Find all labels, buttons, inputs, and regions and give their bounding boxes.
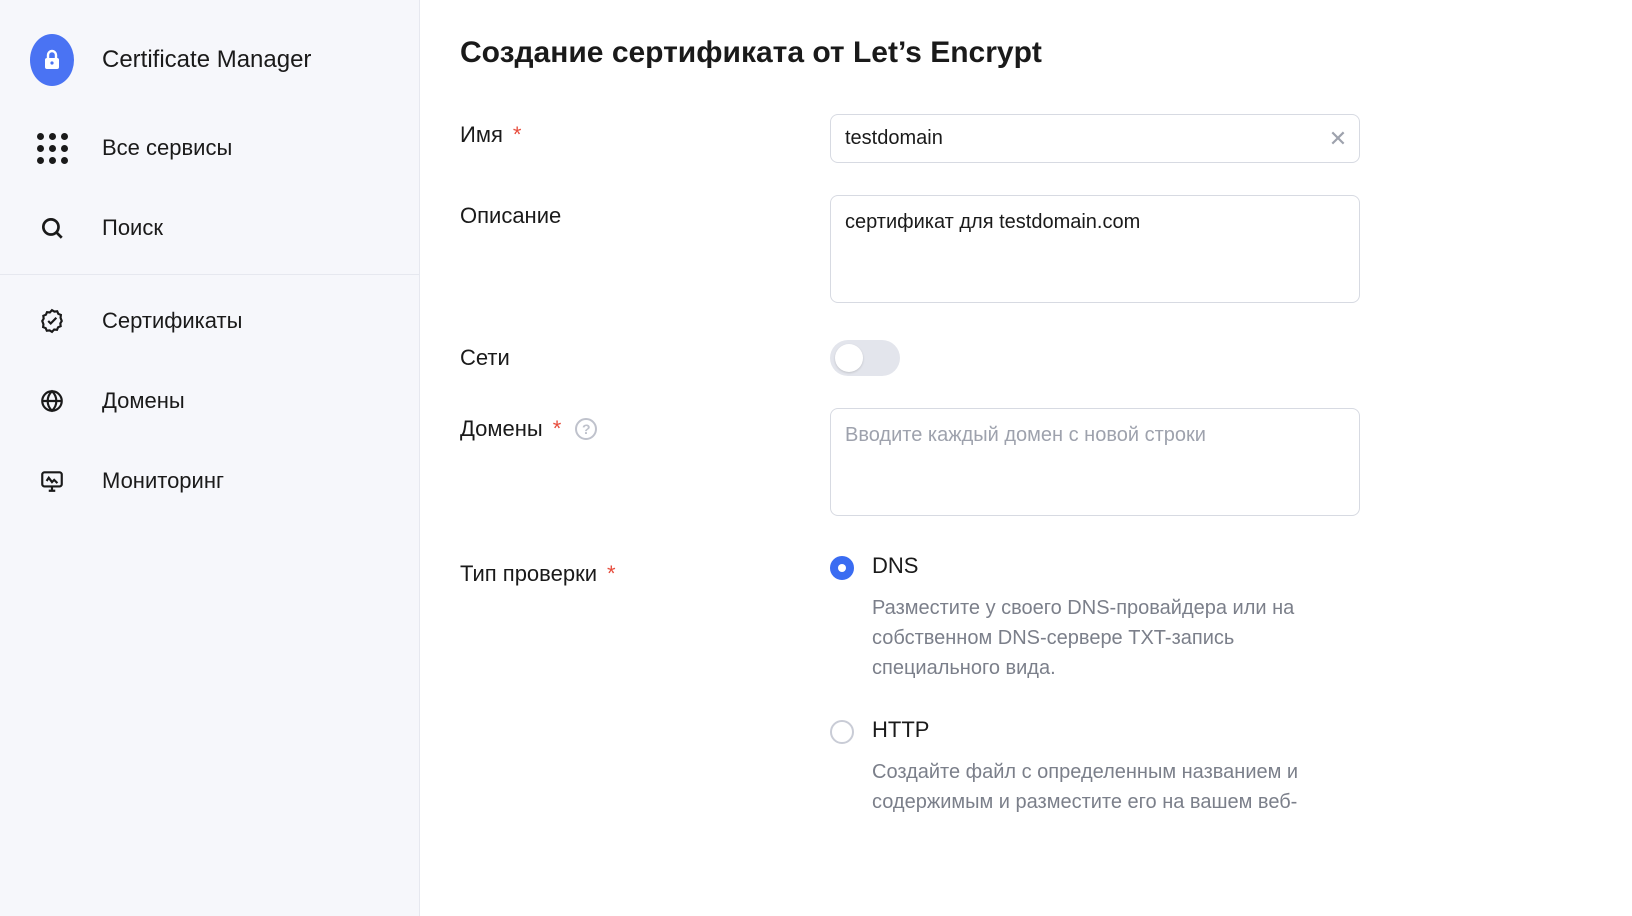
monitoring-icon	[30, 459, 74, 503]
grid-icon	[30, 126, 74, 170]
required-mark: *	[607, 561, 616, 587]
label-domains: Домены* ?	[460, 408, 830, 442]
sidebar-item-domains[interactable]: Домены	[0, 361, 419, 441]
help-icon[interactable]: ?	[575, 418, 597, 440]
certificate-icon	[30, 299, 74, 343]
row-description: Описание	[460, 195, 1592, 308]
networks-toggle[interactable]	[830, 340, 900, 376]
name-input[interactable]	[830, 114, 1360, 163]
sidebar: Certificate Manager Все сервисы Поиск Се…	[0, 0, 420, 916]
required-mark: *	[553, 416, 562, 442]
row-networks: Сети	[460, 340, 1592, 376]
clear-name-icon[interactable]: ✕	[1326, 127, 1350, 151]
sidebar-item-label: Сертификаты	[102, 308, 242, 334]
radio-http[interactable]	[830, 720, 854, 744]
globe-icon	[30, 379, 74, 423]
sidebar-item-label: Домены	[102, 388, 185, 414]
sidebar-app-title[interactable]: Certificate Manager	[0, 20, 419, 108]
sidebar-item-label: Поиск	[102, 215, 163, 241]
row-check-type: Тип проверки* DNS Разместите у своего DN…	[460, 553, 1592, 817]
label-check-type: Тип проверки*	[460, 553, 830, 587]
sidebar-item-label: Все сервисы	[102, 135, 232, 161]
radio-http-desc: Создайте файл с определенным названием и…	[872, 757, 1360, 817]
sidebar-item-certificates[interactable]: Сертификаты	[0, 281, 419, 361]
domains-input[interactable]	[830, 408, 1360, 516]
row-name: Имя* ✕	[460, 114, 1592, 163]
lock-icon	[30, 38, 74, 82]
sidebar-divider	[0, 274, 419, 275]
radio-http-title: HTTP	[872, 717, 1360, 743]
radio-dns[interactable]	[830, 556, 854, 580]
toggle-knob	[835, 344, 863, 372]
radio-dns-desc: Разместите у своего DNS-провайдера или н…	[872, 593, 1360, 683]
radio-option-dns[interactable]: DNS Разместите у своего DNS-провайдера и…	[830, 553, 1360, 683]
page-title: Создание сертификата от Let’s Encrypt	[460, 36, 1592, 70]
description-input[interactable]	[830, 195, 1360, 303]
label-networks: Сети	[460, 345, 830, 371]
sidebar-item-all-services[interactable]: Все сервисы	[0, 108, 419, 188]
sidebar-item-label: Мониторинг	[102, 468, 224, 494]
main-content: Создание сертификата от Let’s Encrypt Им…	[420, 0, 1632, 916]
sidebar-app-title-label: Certificate Manager	[102, 46, 311, 74]
required-mark: *	[513, 122, 522, 148]
label-description: Описание	[460, 195, 830, 229]
sidebar-item-monitoring[interactable]: Мониторинг	[0, 441, 419, 521]
sidebar-item-search[interactable]: Поиск	[0, 188, 419, 268]
row-domains: Домены* ?	[460, 408, 1592, 521]
search-icon	[30, 206, 74, 250]
radio-dns-title: DNS	[872, 553, 1360, 579]
radio-option-http[interactable]: HTTP Создайте файл с определенным назван…	[830, 717, 1360, 817]
label-name: Имя*	[460, 114, 830, 148]
